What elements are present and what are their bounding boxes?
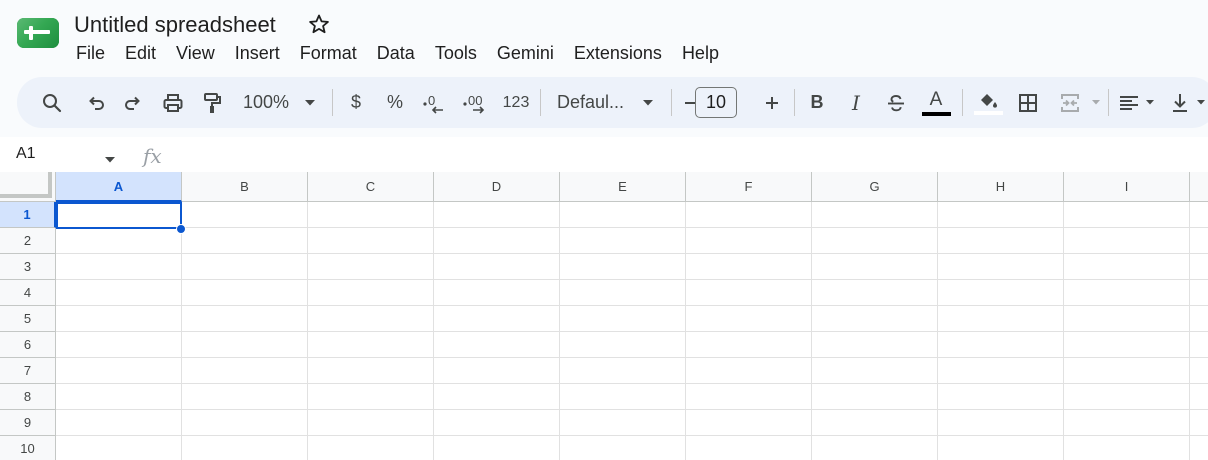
chevron-down-icon[interactable] <box>303 77 317 128</box>
fill-color-icon[interactable] <box>973 77 1003 128</box>
menu-bar: File Edit View Insert Format Data Tools … <box>66 41 729 65</box>
menu-file[interactable]: File <box>66 41 115 65</box>
font-size-value: 10 <box>705 92 727 112</box>
menu-format[interactable]: Format <box>290 41 367 65</box>
sheets-logo-icon[interactable] <box>17 18 59 48</box>
toolbar-divider <box>1108 89 1109 116</box>
decrease-decimal-icon[interactable]: 0 <box>421 77 447 128</box>
increase-decimal-icon[interactable]: 00 <box>461 77 489 128</box>
text-color-swatch <box>921 111 951 116</box>
font-family-select[interactable]: Defaul... <box>557 77 629 128</box>
vertical-align-icon[interactable] <box>1169 77 1191 128</box>
column-header-j[interactable] <box>1190 172 1208 202</box>
row-header-6[interactable]: 6 <box>0 332 56 358</box>
chevron-down-icon[interactable] <box>1195 77 1207 128</box>
more-formats-button[interactable]: 123 <box>501 77 531 128</box>
star-icon[interactable] <box>306 11 332 39</box>
svg-text:00: 00 <box>468 93 482 108</box>
chevron-down-icon[interactable] <box>1090 77 1102 128</box>
column-header-e[interactable]: E <box>560 172 686 202</box>
print-icon[interactable] <box>159 77 187 128</box>
chevron-down-icon[interactable] <box>1144 77 1156 128</box>
fill-color-swatch <box>973 110 1003 115</box>
column-header-h[interactable]: H <box>938 172 1064 202</box>
text-color-label: A <box>929 88 943 110</box>
percent-format-button[interactable]: % <box>385 77 405 128</box>
bold-button[interactable]: B <box>807 77 827 128</box>
redo-icon[interactable] <box>120 77 146 128</box>
header: Untitled spreadsheet File Edit View Inse… <box>0 0 1208 76</box>
fx-icon: fx <box>143 144 162 168</box>
menu-tools[interactable]: Tools <box>425 41 487 65</box>
italic-button[interactable]: I <box>847 77 865 128</box>
svg-text:0: 0 <box>428 93 435 108</box>
name-box[interactable]: A1 <box>16 145 36 163</box>
font-size-input[interactable]: 10 <box>695 87 737 118</box>
paint-format-icon[interactable] <box>199 77 225 128</box>
menu-gemini[interactable]: Gemini <box>487 41 564 65</box>
toolbar-divider <box>962 89 963 116</box>
fill-handle[interactable] <box>176 224 186 234</box>
row-header-3[interactable]: 3 <box>0 254 56 280</box>
column-header-i[interactable]: I <box>1064 172 1190 202</box>
more-formats-label: 123 <box>502 93 530 111</box>
undo-icon[interactable] <box>83 77 109 128</box>
zoom-select[interactable]: 100% <box>239 77 293 128</box>
plus-icon[interactable] <box>762 77 782 128</box>
toolbar-divider <box>540 89 541 116</box>
strikethrough-icon[interactable] <box>883 77 909 128</box>
row-header-4[interactable]: 4 <box>0 280 56 306</box>
align-left-icon[interactable] <box>1117 77 1141 128</box>
row-header-2[interactable]: 2 <box>0 228 56 254</box>
italic-label: I <box>852 90 860 115</box>
currency-label: $ <box>350 92 361 112</box>
percent-label: % <box>386 92 403 112</box>
menu-help[interactable]: Help <box>672 41 729 65</box>
text-color-button[interactable]: A <box>921 77 951 128</box>
selected-cell-a1[interactable] <box>56 202 182 229</box>
chevron-down-icon[interactable] <box>104 151 116 169</box>
chevron-down-icon[interactable] <box>641 77 655 128</box>
menu-edit[interactable]: Edit <box>115 41 166 65</box>
menu-insert[interactable]: Insert <box>225 41 290 65</box>
column-header-f[interactable]: F <box>686 172 812 202</box>
column-header-c[interactable]: C <box>308 172 434 202</box>
toolbar-divider <box>332 89 333 116</box>
toolbar-divider <box>794 89 795 116</box>
search-icon[interactable] <box>39 77 65 128</box>
row-header-10[interactable]: 10 <box>0 436 56 460</box>
document-title[interactable]: Untitled spreadsheet <box>74 11 276 39</box>
toolbar-divider <box>671 89 672 116</box>
row-header-5[interactable]: 5 <box>0 306 56 332</box>
toolbar: 100% $ % 0 00 123 Defaul... B I A <box>17 77 1208 128</box>
merge-cells-icon[interactable] <box>1057 77 1083 128</box>
menu-data[interactable]: Data <box>367 41 425 65</box>
column-header-b[interactable]: B <box>182 172 308 202</box>
zoom-value: 100% <box>242 92 290 112</box>
row-header-1[interactable]: 1 <box>0 202 56 228</box>
select-all-corner[interactable] <box>0 172 56 202</box>
currency-format-button[interactable]: $ <box>347 77 365 128</box>
menu-extensions[interactable]: Extensions <box>564 41 672 65</box>
row-header-9[interactable]: 9 <box>0 410 56 436</box>
bold-label: B <box>810 92 824 112</box>
font-family-value: Defaul... <box>557 92 625 112</box>
borders-icon[interactable] <box>1016 77 1040 128</box>
menu-view[interactable]: View <box>166 41 225 65</box>
cell-area[interactable] <box>56 202 1208 460</box>
column-header-g[interactable]: G <box>812 172 938 202</box>
row-header-8[interactable]: 8 <box>0 384 56 410</box>
column-header-d[interactable]: D <box>434 172 560 202</box>
column-header-a[interactable]: A <box>56 172 182 202</box>
spreadsheet-grid: A B C D E F G H I 1 2 3 4 5 6 7 8 9 10 <box>0 172 1208 460</box>
formula-bar: A1 fx <box>0 137 1208 173</box>
row-header-7[interactable]: 7 <box>0 358 56 384</box>
